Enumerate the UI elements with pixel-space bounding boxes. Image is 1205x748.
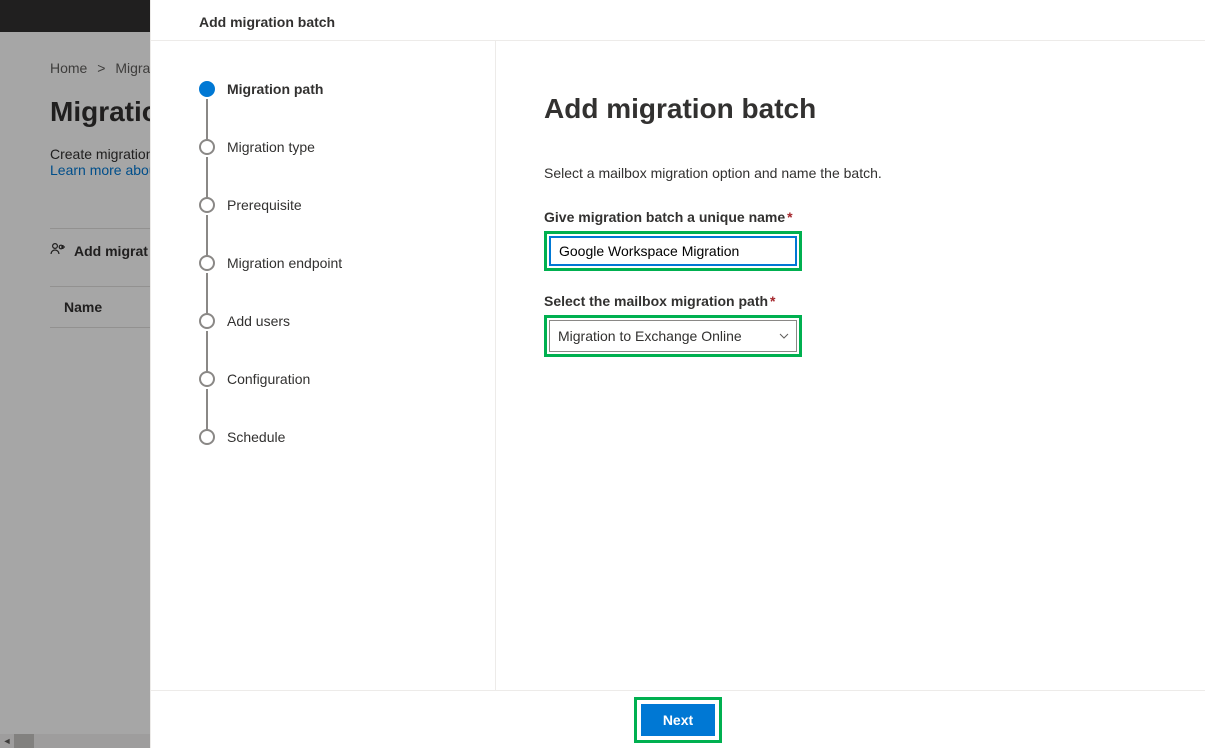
add-migration-batch-panel: Add migration batch Migration path Migra… bbox=[150, 0, 1205, 748]
panel-header: Add migration batch bbox=[151, 0, 1205, 41]
step-migration-endpoint[interactable]: Migration endpoint bbox=[199, 255, 495, 313]
learn-more-link[interactable]: Learn more abou bbox=[50, 162, 157, 178]
step-marker-icon bbox=[199, 371, 215, 387]
panel-footer: Next bbox=[151, 690, 1205, 748]
panel-main: Add migration batch Select a mailbox mig… bbox=[496, 41, 1116, 690]
required-icon: * bbox=[787, 209, 792, 225]
step-marker-icon bbox=[199, 81, 215, 97]
panel-subtitle: Select a mailbox migration option and na… bbox=[544, 165, 1116, 181]
step-migration-path[interactable]: Migration path bbox=[199, 81, 495, 139]
step-marker-icon bbox=[199, 255, 215, 271]
step-marker-icon bbox=[199, 313, 215, 329]
wizard-stepper: Migration path Migration type Prerequisi… bbox=[151, 41, 496, 690]
add-migration-batch-label: Add migrat bbox=[74, 243, 148, 259]
scroll-left-icon[interactable]: ◄ bbox=[0, 734, 14, 748]
next-button-highlight: Next bbox=[634, 697, 722, 743]
step-configuration[interactable]: Configuration bbox=[199, 371, 495, 429]
step-label: Migration type bbox=[227, 139, 315, 155]
step-marker-icon bbox=[199, 139, 215, 155]
step-migration-type[interactable]: Migration type bbox=[199, 139, 495, 197]
migration-path-highlight: Migration to Exchange Online bbox=[544, 315, 802, 357]
batch-name-input[interactable] bbox=[549, 236, 797, 266]
step-prerequisite[interactable]: Prerequisite bbox=[199, 197, 495, 255]
step-marker-icon bbox=[199, 429, 215, 445]
step-label: Prerequisite bbox=[227, 197, 302, 213]
breadcrumb-home[interactable]: Home bbox=[50, 60, 87, 76]
step-label: Migration path bbox=[227, 81, 323, 97]
migration-path-value: Migration to Exchange Online bbox=[558, 328, 742, 344]
step-label: Migration endpoint bbox=[227, 255, 342, 271]
next-button[interactable]: Next bbox=[641, 704, 715, 736]
breadcrumb-current: Migra bbox=[115, 60, 150, 76]
panel-title: Add migration batch bbox=[544, 93, 1116, 125]
required-icon: * bbox=[770, 293, 775, 309]
batch-name-label: Give migration batch a unique name* bbox=[544, 209, 1116, 225]
migration-path-label: Select the mailbox migration path* bbox=[544, 293, 1116, 309]
batch-name-highlight bbox=[544, 231, 802, 271]
scroll-thumb[interactable] bbox=[14, 734, 34, 748]
step-add-users[interactable]: Add users bbox=[199, 313, 495, 371]
chevron-down-icon bbox=[778, 330, 790, 342]
table-col-name[interactable]: Name bbox=[64, 299, 102, 315]
step-marker-icon bbox=[199, 197, 215, 213]
step-label: Configuration bbox=[227, 371, 310, 387]
migration-path-select[interactable]: Migration to Exchange Online bbox=[549, 320, 797, 352]
add-people-icon bbox=[50, 241, 66, 260]
breadcrumb-sep: > bbox=[97, 60, 105, 76]
step-schedule[interactable]: Schedule bbox=[199, 429, 495, 445]
step-label: Schedule bbox=[227, 429, 285, 445]
step-label: Add users bbox=[227, 313, 290, 329]
